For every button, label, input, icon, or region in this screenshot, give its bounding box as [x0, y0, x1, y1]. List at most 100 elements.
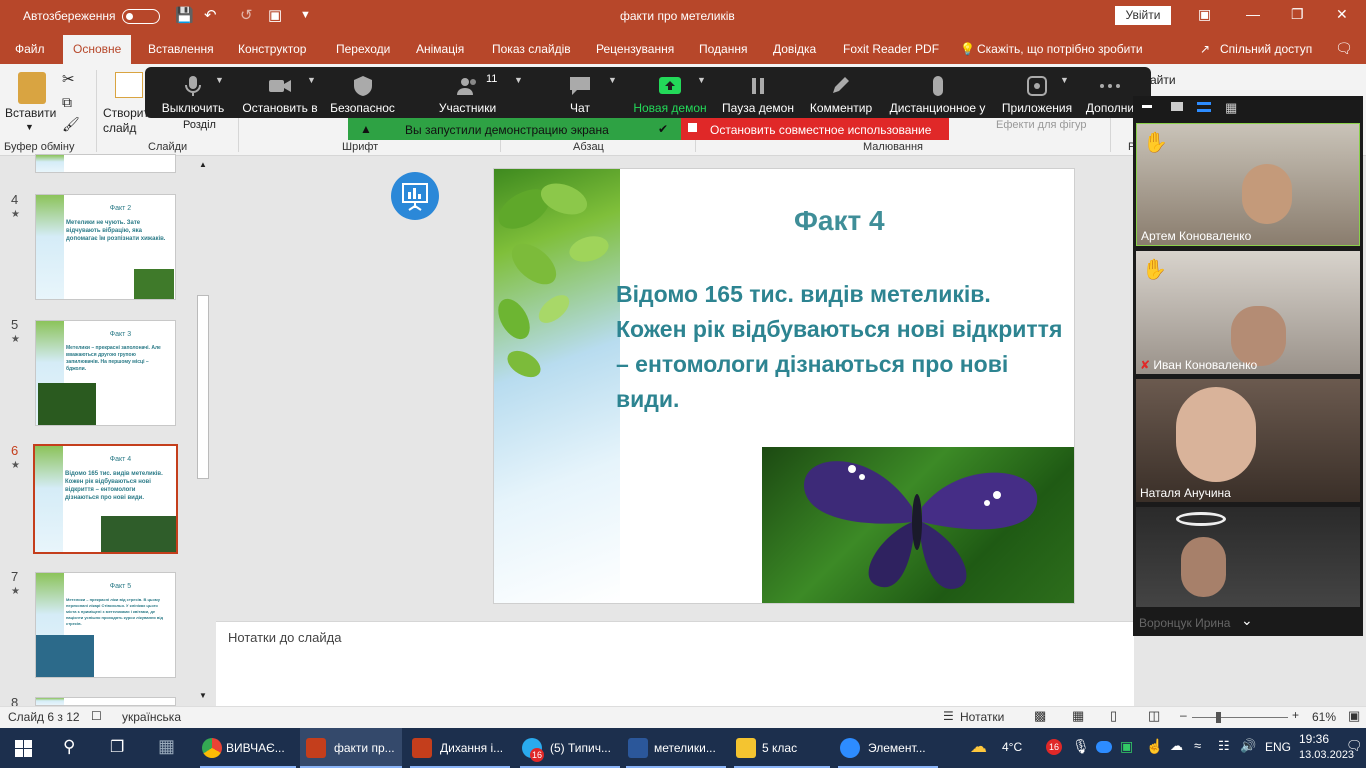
- windows-start-icon[interactable]: [15, 740, 32, 757]
- microphone-icon[interactable]: 🎙: [1072, 738, 1090, 755]
- remote-control-button[interactable]: Дистанционное у: [885, 67, 990, 118]
- ribbon-display-icon[interactable]: ▣: [1198, 6, 1211, 23]
- tab-transitions[interactable]: Переходи: [336, 42, 390, 56]
- find-button[interactable]: айти: [1150, 73, 1176, 87]
- weather-icon[interactable]: ☁: [970, 737, 987, 757]
- slide-sorter-icon[interactable]: ▦: [1072, 708, 1084, 724]
- notifications-icon[interactable]: 🗨: [1346, 738, 1363, 754]
- zoom-level[interactable]: 61%: [1312, 710, 1336, 724]
- notification-badge[interactable]: 16: [1046, 739, 1062, 755]
- search-icon[interactable]: ⚲: [63, 737, 75, 757]
- pause-share-button[interactable]: Пауза демон: [718, 67, 798, 118]
- present-from-start-icon[interactable]: ▣: [268, 6, 282, 24]
- gallery-view-icon[interactable]: ▦: [1225, 100, 1237, 116]
- cut-icon[interactable]: ✂: [62, 70, 75, 88]
- slide-thumbnail-selected[interactable]: Факт 4 Відомо 165 тис. видів метеликів. …: [33, 444, 178, 554]
- calculator-icon[interactable]: ▦: [158, 736, 175, 757]
- slideshow-icon[interactable]: ◫: [1148, 708, 1160, 724]
- more-button[interactable]: Дополни: [1081, 67, 1139, 118]
- minimize-icon[interactable]: —: [1246, 6, 1260, 22]
- network-icon[interactable]: ☷: [1218, 738, 1230, 754]
- normal-view-icon[interactable]: ▩: [1034, 708, 1046, 724]
- taskbar-app-powerpoint[interactable]: Дихання і...: [410, 728, 510, 768]
- paste-button[interactable]: Вставити: [5, 106, 56, 120]
- clock-time[interactable]: 19:36: [1299, 732, 1329, 746]
- slide-title[interactable]: Факт 4: [794, 205, 885, 237]
- tray-overflow-icon[interactable]: ☝: [1146, 738, 1163, 755]
- copy-icon[interactable]: ⧉: [62, 94, 72, 111]
- taskbar-app-explorer[interactable]: 5 клас: [734, 728, 830, 768]
- zoom-tray-icon[interactable]: [1096, 741, 1112, 753]
- chevron-down-icon[interactable]: ▼: [697, 75, 706, 85]
- slide-thumbnail[interactable]: Факт 5 Метелики – прекрасні ліки від стр…: [35, 572, 176, 678]
- tab-review[interactable]: Рецензування: [596, 42, 674, 56]
- slide-thumbnail[interactable]: Факт 2 Метелики не чують. Зате відчувают…: [35, 194, 176, 300]
- taskbar-app-zoom[interactable]: Элемент...: [838, 728, 938, 768]
- tray-app-icon[interactable]: ▣: [1120, 738, 1133, 755]
- video-tile[interactable]: ✋ ✘ Иван Коноваленко: [1136, 251, 1360, 374]
- presenter-icon[interactable]: [391, 172, 439, 220]
- notes-placeholder[interactable]: Нотатки до слайда: [228, 630, 341, 645]
- notes-pane[interactable]: Нотатки до слайда: [216, 621, 1134, 706]
- fit-to-window-icon[interactable]: ▣: [1348, 708, 1360, 724]
- stop-share-button[interactable]: Остановить совместное использование: [681, 118, 949, 140]
- security-button[interactable]: Безопаснос: [325, 67, 400, 118]
- taskbar-app-chrome[interactable]: ВИВЧАЄ...: [200, 728, 296, 768]
- slide-body-text[interactable]: Відомо 165 тис. видів метеликів. Кожен р…: [616, 277, 1066, 417]
- tab-slideshow[interactable]: Показ слайдів: [492, 42, 571, 56]
- signin-button[interactable]: Увійти: [1115, 6, 1171, 25]
- minimize-icon[interactable]: ▬: [1142, 100, 1152, 111]
- scroll-down-icon[interactable]: ▼: [199, 691, 207, 700]
- strip-view-icon[interactable]: [1197, 102, 1211, 112]
- slide-thumbnail[interactable]: [35, 697, 176, 706]
- slide-thumbnail[interactable]: [35, 154, 176, 173]
- weather-temperature[interactable]: 4°C: [1002, 740, 1022, 754]
- customize-qat-icon[interactable]: ▼: [300, 9, 311, 21]
- language-indicator[interactable]: українська: [122, 710, 181, 724]
- butterfly-photo[interactable]: [762, 447, 1074, 603]
- share-button[interactable]: Спільний доступ: [1220, 42, 1312, 56]
- video-tile[interactable]: [1136, 507, 1360, 607]
- save-icon[interactable]: 💾: [175, 6, 194, 24]
- taskbar-app-word[interactable]: метелики...: [626, 728, 726, 768]
- video-tile[interactable]: Наталя Анучина: [1136, 379, 1360, 502]
- chat-button[interactable]: Чат: [545, 67, 615, 118]
- zoom-slider[interactable]: [1192, 717, 1288, 718]
- reading-view-icon[interactable]: ▯: [1110, 708, 1117, 724]
- wifi-icon[interactable]: ≈: [1194, 738, 1201, 753]
- input-language[interactable]: ENG: [1265, 740, 1291, 754]
- undo-icon[interactable]: ↶: [204, 6, 217, 24]
- zoom-slider-thumb[interactable]: [1216, 712, 1221, 723]
- taskbar-app-powerpoint-active[interactable]: факти пр...: [300, 728, 402, 768]
- chevron-down-icon[interactable]: ▼: [307, 75, 316, 85]
- tab-design[interactable]: Конструктор: [238, 42, 306, 56]
- tab-home[interactable]: Основне: [63, 35, 132, 64]
- zoom-out-icon[interactable]: –: [1180, 708, 1187, 722]
- onedrive-icon[interactable]: ☁: [1170, 738, 1183, 754]
- tab-foxit[interactable]: Foxit Reader PDF: [843, 42, 939, 56]
- tab-help[interactable]: Довідка: [773, 42, 816, 56]
- redo-icon[interactable]: ↺: [240, 6, 253, 24]
- chevron-down-icon[interactable]: ⌄: [1241, 612, 1253, 629]
- chevron-down-icon[interactable]: ▼: [1060, 75, 1069, 85]
- notes-toggle-button[interactable]: Нотатки: [960, 710, 1004, 724]
- shape-effects-button[interactable]: Ефекти для фігур: [996, 119, 1087, 131]
- tab-file[interactable]: Файл: [15, 42, 45, 56]
- chevron-down-icon[interactable]: ▼: [514, 75, 523, 85]
- thumbnail-scrollbar[interactable]: ▲ ▼: [196, 160, 210, 703]
- taskbar-app-telegram[interactable]: 16 (5) Типич...: [520, 728, 620, 768]
- tell-me-search[interactable]: Скажіть, що потрібно зробити: [977, 42, 1143, 56]
- slide-thumbnail[interactable]: Факт 3 Метелики – прекрасні заполоначі. …: [35, 320, 176, 426]
- active-speaker-view-icon[interactable]: [1171, 102, 1183, 111]
- comments-icon[interactable]: 🗨: [1335, 40, 1353, 57]
- tab-view[interactable]: Подання: [699, 42, 747, 56]
- volume-icon[interactable]: 🔊: [1240, 738, 1256, 754]
- paste-dropdown-icon[interactable]: ▼: [25, 122, 34, 132]
- section-button[interactable]: Розділ: [183, 119, 216, 131]
- new-slide-icon[interactable]: [115, 72, 143, 98]
- annotate-button[interactable]: Комментир: [805, 67, 877, 118]
- close-icon[interactable]: ✕: [1336, 6, 1348, 23]
- paste-icon[interactable]: [18, 72, 46, 104]
- spellcheck-icon[interactable]: ☐: [91, 709, 102, 723]
- chevron-down-icon[interactable]: ▼: [608, 75, 617, 85]
